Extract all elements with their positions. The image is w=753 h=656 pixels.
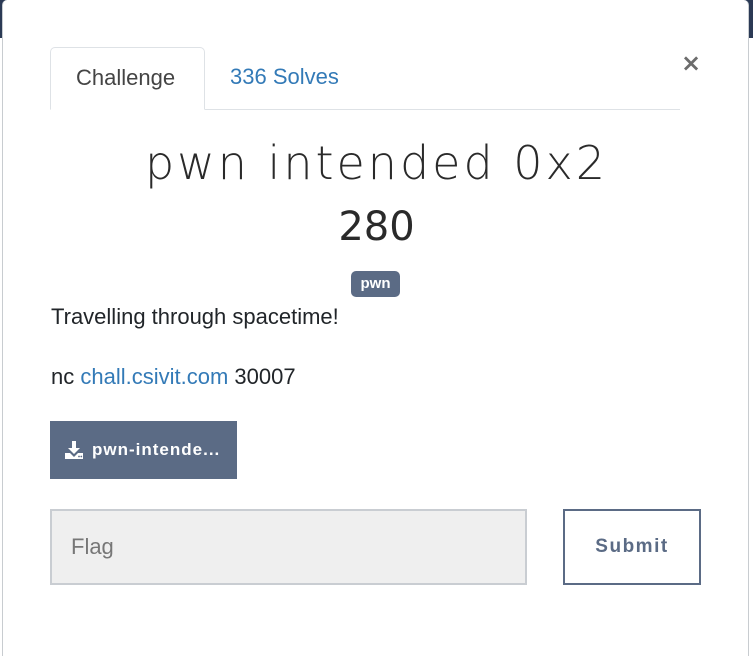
flag-input[interactable] — [50, 509, 527, 585]
submit-button[interactable]: Submit — [563, 509, 701, 585]
connection-info: nc chall.csivit.com 30007 — [51, 364, 296, 390]
category-tag: pwn — [351, 271, 400, 297]
download-file-label: pwn-intende... — [92, 440, 221, 459]
tab-solves[interactable]: 336 Solves — [205, 47, 364, 109]
challenge-description: Travelling through spacetime! — [51, 304, 339, 329]
challenge-title: pwn intended 0x2 — [144, 136, 609, 190]
challenge-tabs: Challenge 336 Solves — [50, 47, 680, 110]
connection-host-link[interactable]: chall.csivit.com — [80, 364, 228, 389]
connection-prefix: nc — [51, 364, 75, 389]
download-file-button[interactable]: pwn-intende... — [50, 421, 237, 479]
challenge-points: 280 — [338, 204, 415, 250]
download-icon — [65, 441, 83, 459]
tab-challenge[interactable]: Challenge — [50, 47, 205, 110]
connection-port: 30007 — [234, 364, 296, 389]
close-button[interactable]: × — [676, 48, 706, 78]
